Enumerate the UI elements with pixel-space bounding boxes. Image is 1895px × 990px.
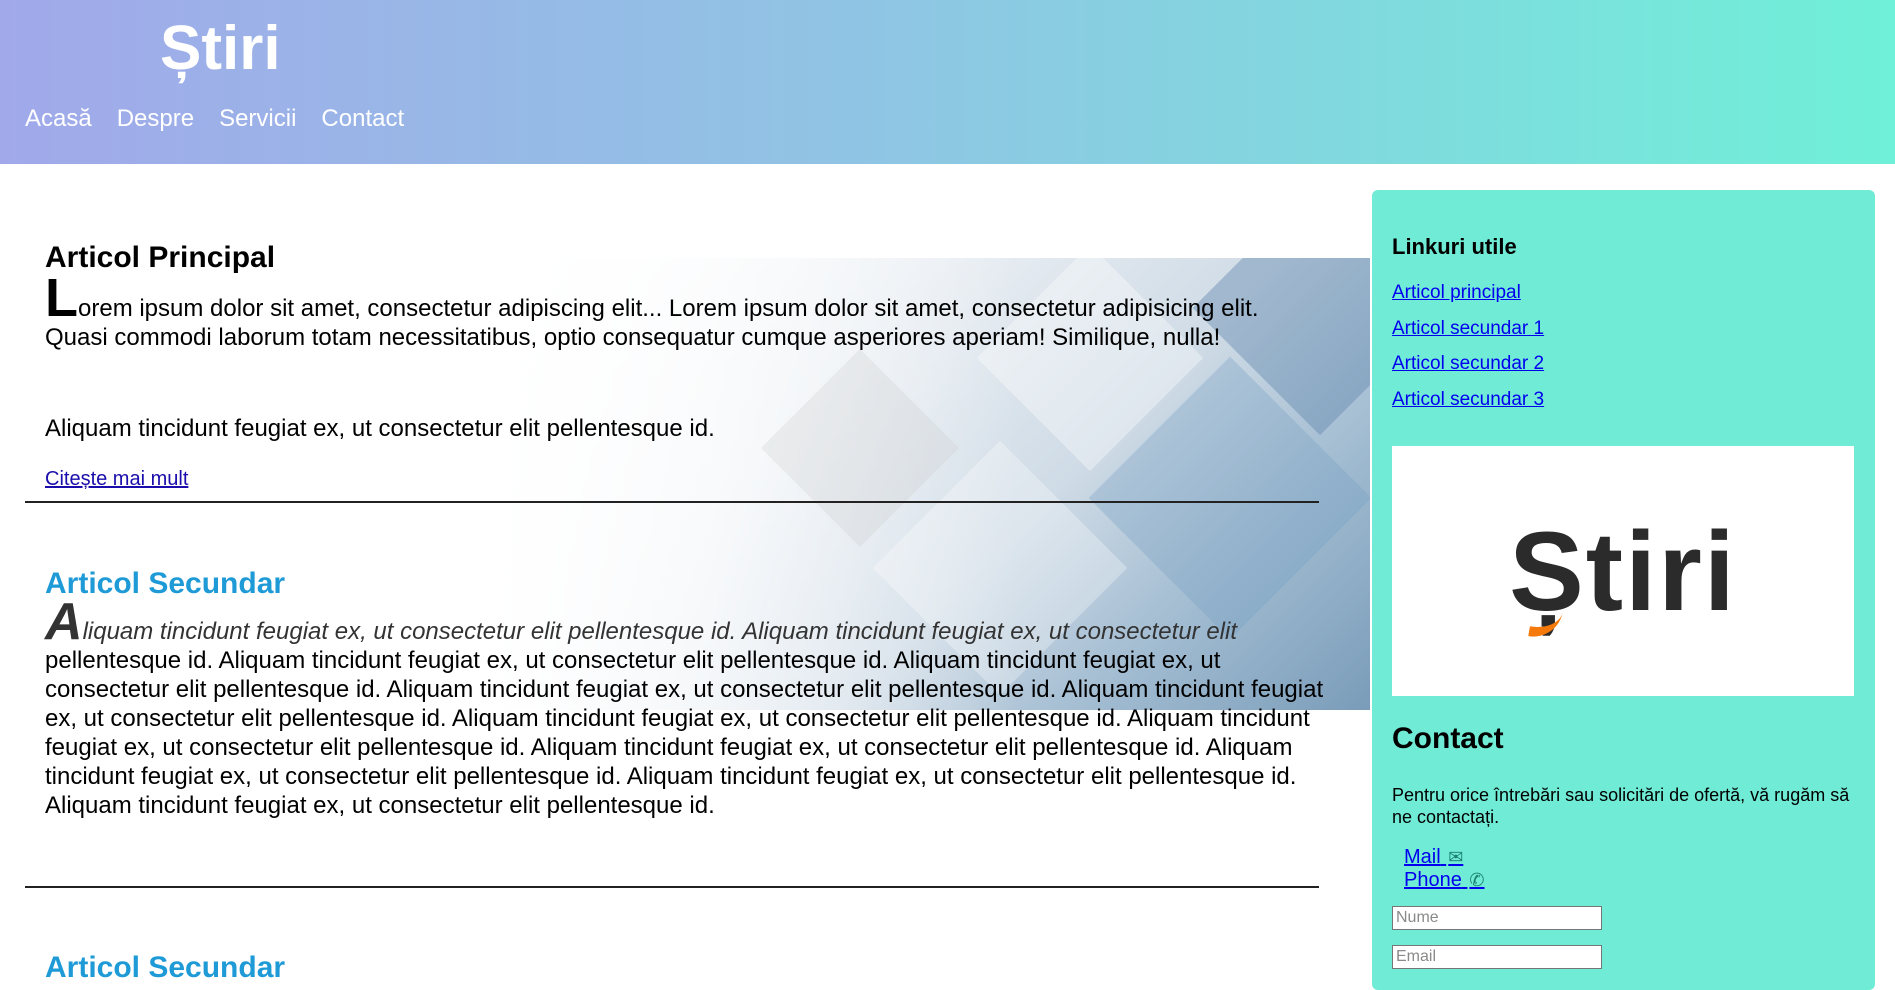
main-article-paragraph-2: Aliquam tincidunt feugiat ex, ut consect… [45, 415, 715, 442]
contact-description: Pentru orice întrebări sau solicitări de… [1392, 785, 1850, 827]
useful-links-list: Articol principal Articol secundar 1 Art… [1392, 282, 1544, 424]
stiri-logo: Știri [1392, 446, 1854, 696]
envelope-icon: ✉ [1448, 847, 1464, 867]
phone-icon: ✆ [1469, 870, 1485, 890]
email-input[interactable] [1392, 945, 1602, 969]
site-header: Știri Acasă Despre Servicii Contact [0, 0, 1895, 164]
link-articol-secundar-1[interactable]: Articol secundar 1 [1392, 318, 1544, 339]
read-more-link[interactable]: Citește mai mult [45, 468, 188, 491]
link-articol-secundar-2[interactable]: Articol secundar 2 [1392, 353, 1544, 374]
list-item: Articol principal [1392, 282, 1544, 318]
nav-link-despre[interactable]: Despre [117, 104, 194, 134]
mail-link[interactable]: Mail ✉ [1404, 846, 1485, 869]
list-item: Articol secundar 2 [1392, 353, 1544, 389]
divider [25, 501, 1319, 503]
list-item: Articol secundar 3 [1392, 389, 1544, 425]
useful-links-title: Linkuri utile [1392, 234, 1517, 259]
site-title: Știri [160, 14, 281, 83]
drop-cap: A [45, 593, 83, 651]
secondary-article-paragraph: Aliquam tincidunt feugiat ex, ut consect… [45, 593, 1324, 819]
list-item: Articol secundar 1 [1392, 318, 1544, 354]
contact-links: Mail ✉ Phone ✆ [1404, 846, 1485, 892]
link-articol-secundar-3[interactable]: Articol secundar 3 [1392, 389, 1544, 410]
link-articol-principal[interactable]: Articol principal [1392, 282, 1521, 303]
main-article-paragraph: Lorem ipsum dolor sit amet, consectetur … [45, 268, 1259, 351]
divider [25, 886, 1319, 888]
phone-link[interactable]: Phone ✆ [1404, 869, 1485, 892]
drop-cap: L [45, 268, 78, 328]
main-article-title: Articol Principal [45, 240, 276, 274]
logo-comma-mark [1528, 600, 1564, 641]
contact-title: Contact [1392, 722, 1504, 755]
nav-link-contact[interactable]: Contact [321, 104, 404, 134]
nav-link-servicii[interactable]: Servicii [219, 104, 296, 134]
name-input[interactable] [1392, 906, 1602, 930]
logo-wordmark: Știri [1509, 507, 1737, 641]
main-nav: Acasă Despre Servicii Contact [25, 104, 404, 134]
nav-link-acasa[interactable]: Acasă [25, 104, 92, 134]
sidebar: Linkuri utile Articol principal Articol … [1372, 190, 1875, 990]
